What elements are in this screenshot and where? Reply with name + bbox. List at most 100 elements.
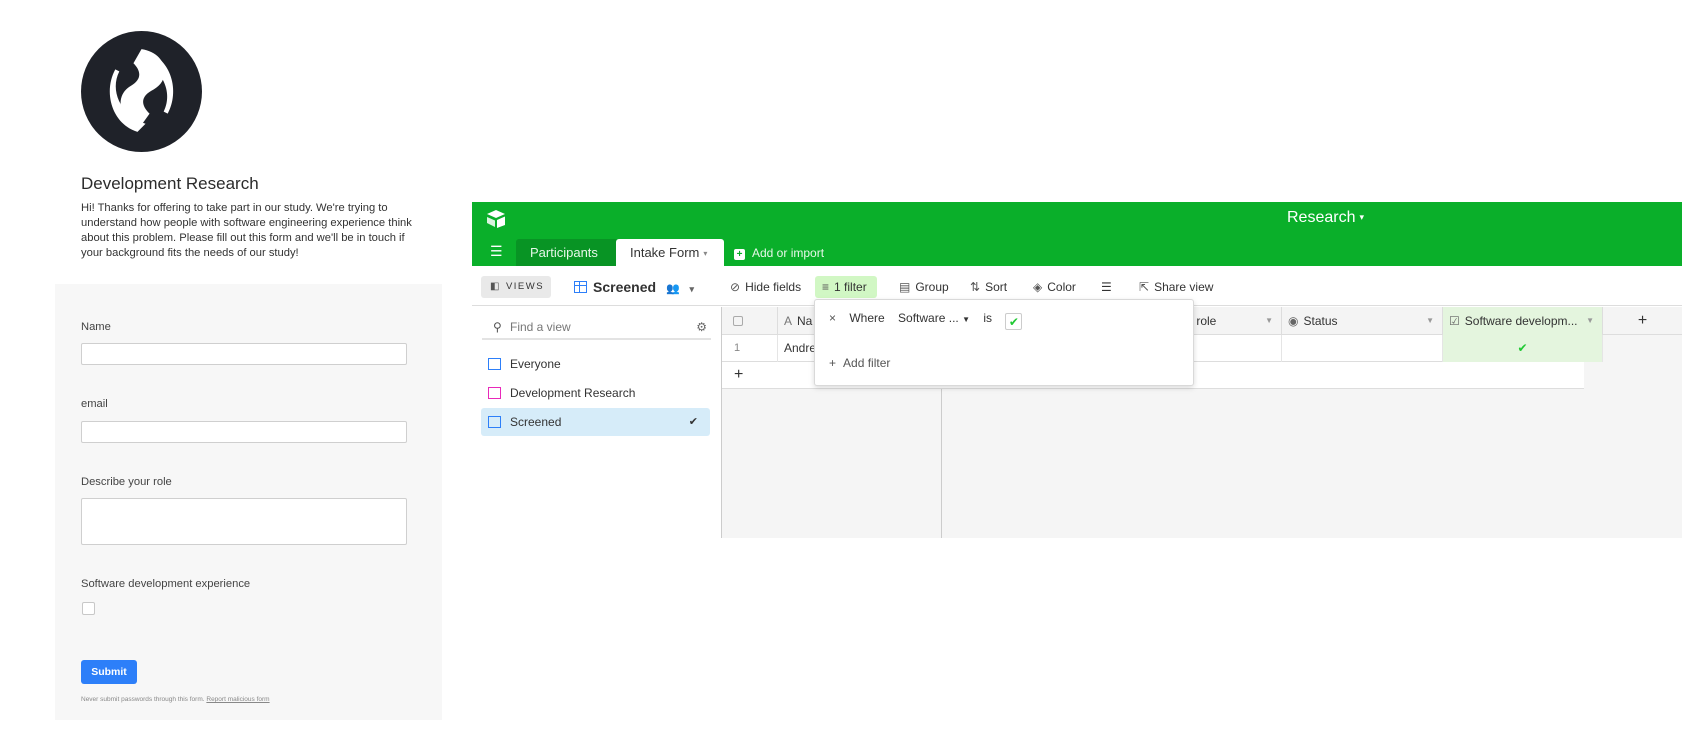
find-view-placeholder: Find a view (510, 320, 571, 334)
row-height-icon: ☰ (1101, 280, 1112, 294)
chevron-down-icon: ▾ (1359, 212, 1365, 222)
check-icon: ✔ (688, 416, 698, 428)
cell-status[interactable] (1282, 335, 1443, 362)
add-import-label: Add or import (752, 246, 825, 260)
experience-label: Software development experience (81, 578, 251, 590)
email-label: email (81, 398, 108, 410)
grid-view-icon (574, 281, 587, 293)
views-label: VIEWS (505, 281, 545, 292)
tab-intake-form[interactable]: Intake Form ▾ (616, 239, 724, 266)
share-icon: ⇱ (1139, 280, 1150, 294)
submit-button[interactable]: Submit (81, 660, 137, 684)
form-view-icon (488, 387, 501, 399)
form-panel: Name email Describe your role Software d… (55, 284, 442, 720)
top-bar: Research ▾ ☰ Participants Intake Form ▾ + A… (472, 202, 1682, 266)
find-view-input[interactable]: ⚲ Find a view ⚙ (482, 316, 711, 340)
experience-checkbox[interactable] (82, 602, 95, 615)
chevron-down-icon: ▼ (1586, 316, 1594, 325)
view-item-label: Everyone (510, 357, 561, 371)
column-header-label: Status (1303, 314, 1338, 328)
gear-icon[interactable]: ⚙ (696, 316, 707, 338)
base-title[interactable]: Research ▾ (1287, 209, 1364, 227)
tab-label: Intake Form (630, 245, 700, 260)
view-switcher[interactable]: Screened 👥 ▾ (574, 276, 694, 298)
view-item-label: Screened (510, 415, 562, 429)
tab-participants[interactable]: Participants (516, 239, 618, 266)
role-field[interactable] (81, 498, 407, 545)
view-name-label: Screened (593, 279, 657, 295)
brand-logo (81, 31, 202, 152)
plus-icon: + (829, 356, 837, 370)
add-or-import-button[interactable]: + Add or import (734, 246, 824, 260)
search-icon: ⚲ (493, 320, 502, 334)
sort-icon: ⇅ (970, 280, 981, 294)
footer-text: Never submit passwords through this form… (81, 696, 205, 703)
hamburger-menu-icon[interactable]: ☰ (490, 243, 503, 260)
view-item-label: Development Research (510, 386, 636, 400)
color-button[interactable]: ◈ Color (1033, 276, 1076, 298)
share-view-label: Share view (1154, 280, 1214, 294)
plus-icon: + (734, 249, 745, 260)
collaborative-icon: 👥 (665, 283, 680, 295)
share-view-button[interactable]: ⇱ Share view (1139, 276, 1213, 298)
chevron-down-icon: ▾ (703, 249, 708, 258)
cell-experience[interactable]: ✔ (1443, 335, 1603, 362)
hide-fields-label: Hide fields (745, 280, 802, 294)
filter-condition-row: × Where Software ... ▼ is ✔ (829, 311, 1023, 330)
sidebar-icon: ◧ (490, 281, 501, 292)
app-logo-icon[interactable] (485, 209, 507, 229)
color-label: Color (1047, 280, 1076, 294)
where-label: Where (849, 311, 885, 325)
add-filter-button[interactable]: + Add filter (829, 356, 890, 370)
filter-popover: × Where Software ... ▼ is ✔ + Add filter (814, 299, 1194, 386)
chevron-down-icon: ▼ (962, 315, 971, 324)
chevron-down-icon: ▾ (689, 284, 695, 294)
role-label: Describe your role (81, 476, 172, 488)
column-header-label: Na (797, 314, 813, 328)
grid-view-icon (488, 416, 501, 428)
add-filter-label: Add filter (843, 356, 891, 370)
form-title: Development Research (81, 174, 259, 193)
add-column-button[interactable]: + (1603, 307, 1682, 335)
hide-fields-button[interactable]: ⊘ Hide fields (730, 276, 801, 298)
group-button[interactable]: ▤ Group (899, 276, 949, 298)
form-description: Hi! Thanks for offering to take part in … (81, 202, 412, 259)
column-header-experience[interactable]: ☑ Software developm... ▼ (1443, 307, 1603, 335)
filter-field-select[interactable]: Software ... ▼ (898, 311, 970, 325)
select-all-checkbox[interactable] (722, 307, 778, 335)
sort-button[interactable]: ⇅ Sort (970, 276, 1007, 298)
view-item-everyone[interactable]: Everyone (481, 350, 710, 378)
checkbox-field-icon: ☑ (1449, 314, 1460, 328)
name-field[interactable] (81, 343, 407, 365)
filter-label: 1 filter (834, 280, 867, 294)
chevron-down-icon: ▼ (1265, 316, 1273, 325)
views-toggle-button[interactable]: ◧ VIEWS (481, 276, 551, 298)
row-height-button[interactable]: ☰ (1101, 276, 1112, 298)
column-header-status[interactable]: ◉ Status ▼ (1282, 307, 1443, 335)
email-field[interactable] (81, 421, 407, 443)
name-label: Name (81, 321, 111, 333)
sort-label: Sort (985, 280, 1008, 294)
airtable-app: Research ▾ ☰ Participants Intake Form ▾ + A… (472, 202, 1682, 538)
group-label: Group (915, 280, 949, 294)
filter-value-checkbox[interactable]: ✔ (1005, 313, 1023, 330)
view-item-development-research[interactable]: Development Research (481, 379, 710, 407)
column-header-label: Software developm... (1464, 314, 1578, 328)
views-sidebar: ⚲ Find a view ⚙ Everyone Development Res… (472, 307, 721, 538)
view-item-screened[interactable]: Screened ✔ (481, 408, 710, 436)
remove-filter-icon[interactable]: × (829, 311, 836, 325)
chevron-down-icon: ▼ (1426, 316, 1434, 325)
form-footer: Never submit passwords through this form… (81, 696, 270, 703)
text-field-icon: A (784, 314, 793, 328)
filter-icon: ≡ (822, 280, 830, 294)
operator-label[interactable]: is (983, 311, 992, 325)
filter-field-label: Software ... (898, 311, 959, 325)
eye-slash-icon: ⊘ (730, 280, 741, 294)
paint-bucket-icon: ◈ (1033, 280, 1043, 294)
filter-button[interactable]: ≡ 1 filter (815, 276, 877, 298)
select-field-icon: ◉ (1288, 314, 1299, 328)
tab-label: Participants (530, 245, 598, 260)
base-title-text: Research (1287, 209, 1356, 226)
row-number: 1 (722, 335, 778, 362)
report-link[interactable]: Report malicious form (206, 696, 269, 703)
